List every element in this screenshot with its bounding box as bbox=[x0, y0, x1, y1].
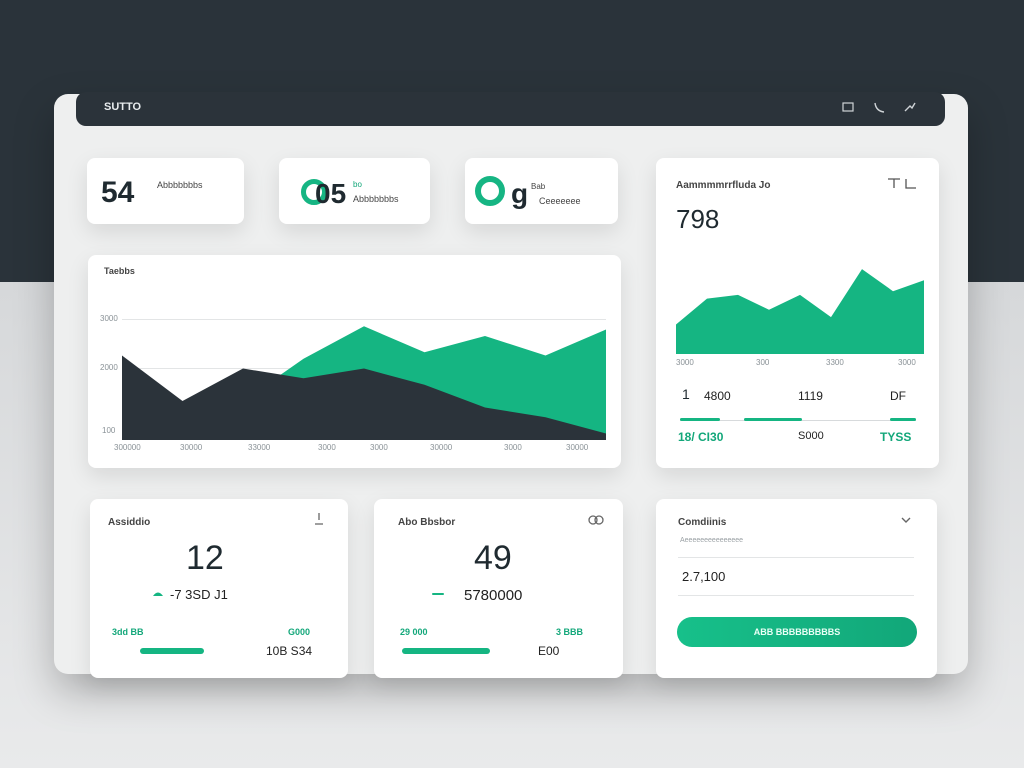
x-tick: 30000 bbox=[180, 443, 203, 452]
chart-title: Taebbs bbox=[104, 266, 135, 276]
stat-sub: bo bbox=[353, 180, 362, 189]
summary-value: 798 bbox=[676, 204, 720, 234]
stat-sub: Bab bbox=[531, 182, 546, 191]
trend-up-icon bbox=[153, 592, 163, 596]
stat-value: 54 bbox=[101, 176, 135, 209]
card-right-label: G000 bbox=[288, 627, 311, 637]
x-tick: 30000 bbox=[430, 443, 453, 452]
card-value: 12 bbox=[186, 539, 224, 577]
x-tick: 30000 bbox=[566, 443, 589, 452]
card-footer: E00 bbox=[538, 644, 560, 658]
stat-value: 05 bbox=[315, 178, 347, 209]
stat-value: g bbox=[511, 178, 529, 209]
card-value: 49 bbox=[474, 539, 512, 577]
metric-value: 1 bbox=[682, 386, 690, 402]
card-left-label: 29 000 bbox=[400, 627, 428, 637]
card-title: Assiddio bbox=[108, 517, 151, 528]
x-tick: 33000 bbox=[248, 443, 271, 452]
y-tick: 3000 bbox=[100, 314, 118, 323]
card-subtitle: Aeeeeeeeeeeeeeee bbox=[680, 537, 744, 544]
metric-value: 4800 bbox=[704, 389, 731, 403]
progress-bar bbox=[744, 418, 802, 421]
metric-value: 1119 bbox=[798, 389, 823, 403]
link-icon[interactable] bbox=[586, 511, 606, 527]
progress-bar bbox=[402, 648, 490, 654]
card-title: Comdiinis bbox=[678, 517, 727, 528]
metric-value: S000 bbox=[798, 430, 824, 442]
stat-card[interactable]: g Bab Ceeeeeee bbox=[465, 158, 618, 224]
x-tick: 3300 bbox=[826, 358, 844, 367]
stat-label: Ceeeeeee bbox=[539, 196, 581, 206]
x-tick: 3000 bbox=[676, 358, 694, 367]
metric-value: 18/ CI30 bbox=[678, 430, 724, 444]
assignment-card: Assiddio 12 -7 3SD J1 3dd BB G000 10B S3… bbox=[90, 499, 348, 678]
progress-bar bbox=[890, 418, 916, 421]
phone-icon[interactable] bbox=[872, 99, 888, 115]
area-series-1 bbox=[676, 269, 924, 354]
settings-icon[interactable] bbox=[902, 99, 918, 115]
divider bbox=[678, 595, 914, 596]
card-right-label: 3 BBB bbox=[556, 627, 584, 637]
x-tick: 3000 bbox=[370, 443, 388, 452]
trend-dash bbox=[432, 593, 444, 595]
progress-bar bbox=[140, 648, 204, 654]
export-icon[interactable] bbox=[312, 511, 326, 527]
mini-area-chart bbox=[676, 269, 924, 354]
progress-bar bbox=[680, 418, 720, 421]
card-delta: 5780000 bbox=[464, 587, 523, 604]
x-tick: 300000 bbox=[114, 443, 141, 452]
x-tick: 3000 bbox=[318, 443, 336, 452]
chevron-down-icon[interactable] bbox=[900, 515, 912, 525]
main-chart-card: Taebbs 3000 2000 100 300000 30000 33000 … bbox=[88, 255, 621, 468]
filter-icon[interactable] bbox=[886, 176, 920, 190]
top-bar: SUTTO bbox=[76, 92, 945, 126]
action-button[interactable]: ABB BBBBBBBBBS bbox=[677, 617, 917, 647]
card-footer: 10B S34 bbox=[266, 644, 313, 658]
conditions-card: Comdiinis Aeeeeeeeeeeeeeee 2.7,100 bbox=[656, 499, 937, 678]
main-area-chart bbox=[122, 326, 606, 440]
abo-card: Abo Bbsbor 49 5780000 29 000 3 BBB E00 bbox=[374, 499, 623, 678]
stat-card[interactable]: 05 bo Abbbbbbbs bbox=[279, 158, 430, 224]
x-tick: 3000 bbox=[504, 443, 522, 452]
conditions-value: 2.7,100 bbox=[682, 569, 726, 584]
bell-icon[interactable] bbox=[840, 99, 856, 115]
card-title: Abo Bbsbor bbox=[398, 517, 456, 528]
card-delta: -7 3SD J1 bbox=[170, 587, 228, 602]
y-tick: 100 bbox=[102, 426, 116, 435]
y-tick: 2000 bbox=[100, 363, 118, 372]
right-summary-card: Aammmmrrfluda Jo 798 3000 300 3300 3000 … bbox=[656, 158, 939, 468]
metric-value: DF bbox=[890, 389, 906, 403]
stat-label: Abbbbbbbs bbox=[353, 194, 399, 204]
progress-ring bbox=[475, 176, 505, 206]
stat-card[interactable]: 54 Abbbbbbbs bbox=[87, 158, 244, 224]
x-tick: 3000 bbox=[898, 358, 916, 367]
brand-logo: SUTTO bbox=[104, 101, 142, 113]
metric-value: TYSS bbox=[880, 430, 912, 444]
card-title: Aammmmrrfluda Jo bbox=[676, 180, 771, 191]
stat-label: Abbbbbbbs bbox=[157, 180, 203, 190]
x-tick: 300 bbox=[756, 358, 770, 367]
divider bbox=[678, 557, 914, 558]
card-left-label: 3dd BB bbox=[112, 627, 144, 637]
